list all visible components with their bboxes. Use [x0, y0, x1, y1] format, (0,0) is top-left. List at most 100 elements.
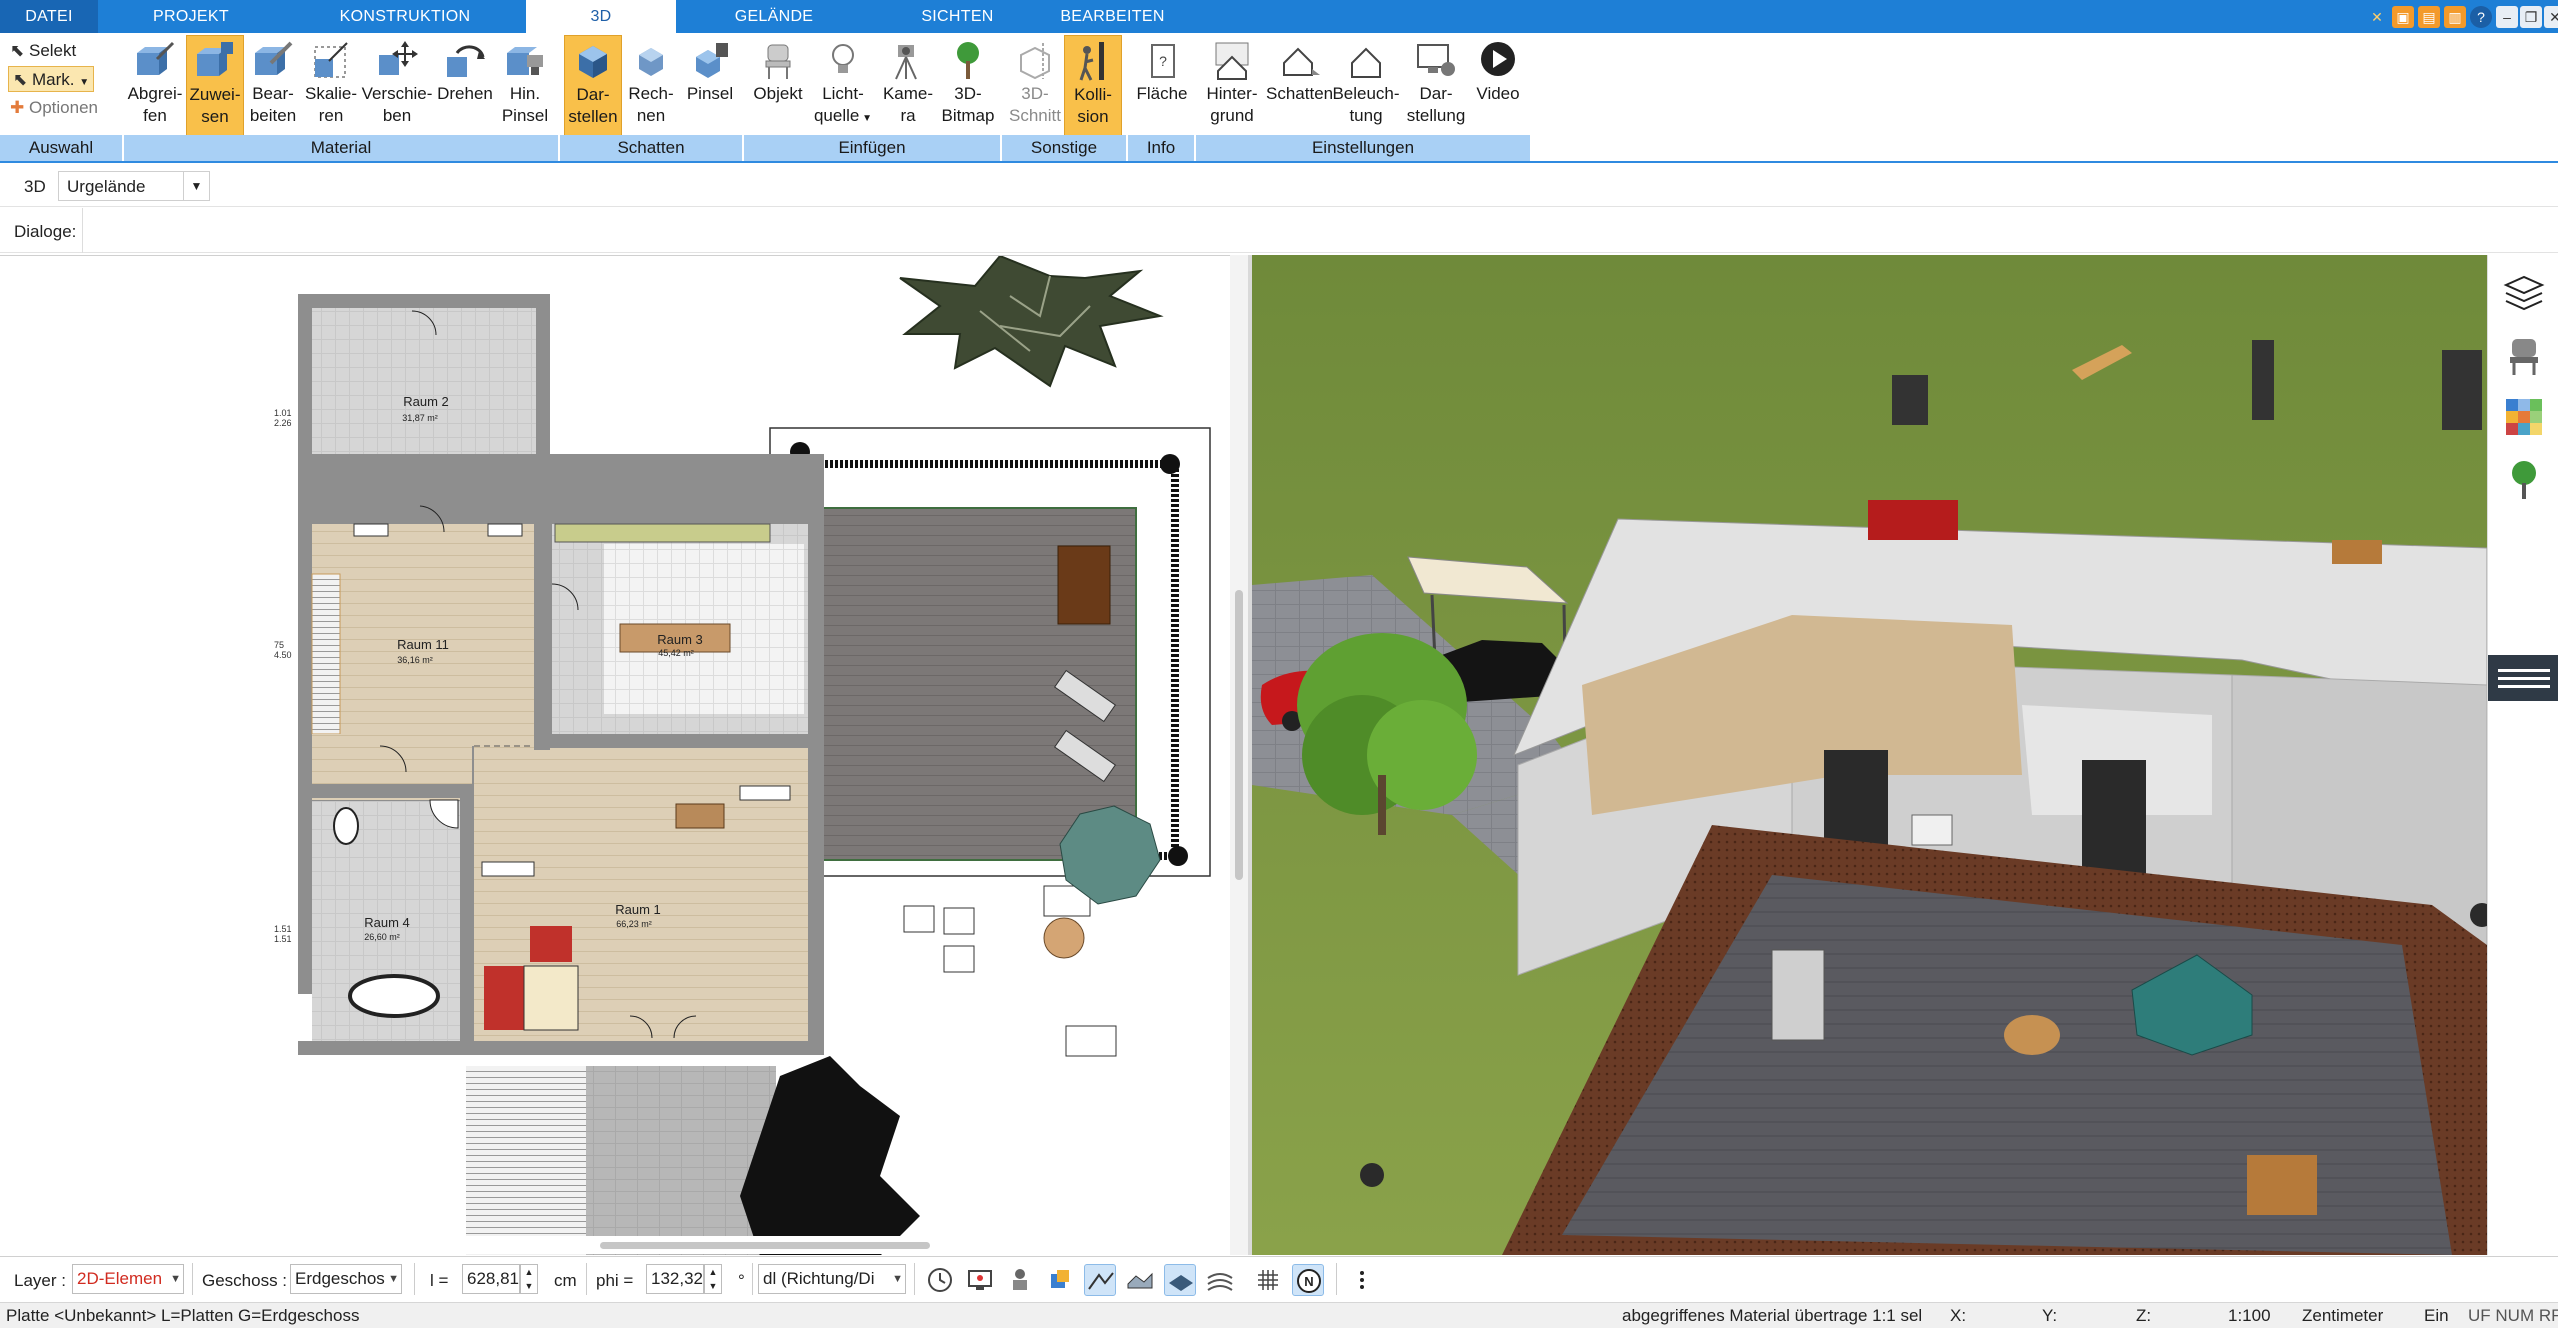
- app-window-icon[interactable]: ▣: [2392, 6, 2414, 28]
- terrain-mesh-icon[interactable]: [1124, 1264, 1156, 1296]
- video-button[interactable]: Video: [1470, 35, 1526, 137]
- round-table: [1043, 917, 1085, 959]
- flaeche-button[interactable]: ? Fläche: [1130, 35, 1194, 137]
- lichtquelle-label-2: quelle: [813, 106, 860, 125]
- furniture-icon[interactable]: [2502, 333, 2546, 377]
- tab-konstruktion[interactable]: KONSTRUKTION: [330, 0, 480, 33]
- lounger: [1065, 1025, 1117, 1057]
- plants-icon[interactable]: [2502, 457, 2546, 501]
- phi-unit: °: [738, 1271, 745, 1290]
- floor-raum2[interactable]: [312, 308, 536, 454]
- close-icon[interactable]: ✕: [2544, 6, 2558, 28]
- verschieben-button[interactable]: Verschie- ben: [360, 35, 434, 137]
- right-side-panel: [2487, 255, 2558, 1255]
- length-spinner[interactable]: ▲ ▼: [520, 1264, 538, 1294]
- tab-projekt[interactable]: PROJEKT: [145, 0, 237, 33]
- layout-icon[interactable]: ▤: [2418, 6, 2440, 28]
- bathtub: [348, 974, 440, 1018]
- kamera-button[interactable]: Kame- ra: [878, 35, 938, 137]
- tools-icon[interactable]: ✕: [2366, 6, 2388, 28]
- einst-schatten-button[interactable]: Schatten: [1266, 35, 1333, 137]
- clock-icon[interactable]: [924, 1264, 956, 1296]
- hin-pinsel-button[interactable]: Hin. Pinsel: [496, 35, 554, 137]
- terrain-select[interactable]: Urgelände ▼: [58, 171, 210, 201]
- grid-icon[interactable]: [1252, 1264, 1284, 1296]
- panels-icon[interactable]: ▥: [2444, 6, 2466, 28]
- tab-datei[interactable]: DATEI: [0, 0, 98, 33]
- minimize-icon[interactable]: –: [2496, 6, 2518, 28]
- schatten-rechnen-button[interactable]: Rech- nen: [622, 35, 680, 137]
- drehen-button[interactable]: Drehen: [434, 35, 496, 137]
- scrollbar-thumb[interactable]: [600, 1242, 930, 1249]
- kollision-label-2: sion: [1077, 107, 1109, 126]
- bearbeiten-button[interactable]: Bear- beiten: [244, 35, 302, 137]
- tab-3d[interactable]: 3D: [526, 0, 676, 34]
- wall: [808, 454, 824, 1044]
- north-icon[interactable]: N: [1292, 1264, 1324, 1296]
- group-sonstige: Sonstige: [1002, 135, 1126, 161]
- status-x: X:: [1950, 1306, 1967, 1325]
- horizontal-scrollbar[interactable]: [0, 1236, 1230, 1254]
- room-label-raum11: Raum 11: [397, 637, 449, 652]
- floor-plan-drawing[interactable]: Raum 2 31,87 m² Raum 11 36,16 m² Raum 3 …: [0, 256, 1230, 1255]
- tab-sichten[interactable]: SICHTEN: [910, 0, 1005, 33]
- darstellung-button[interactable]: Dar- stellung: [1402, 35, 1470, 137]
- floor-raum11[interactable]: [312, 524, 534, 746]
- objekt-button[interactable]: Objekt: [748, 35, 808, 137]
- skalieren-button[interactable]: Skalie- ren: [302, 35, 360, 137]
- vertical-scrollbar[interactable]: [1230, 255, 1248, 1255]
- cursor-icon: ⬉: [10, 41, 25, 60]
- abgreifen-label-1: Abgrei-: [127, 84, 183, 103]
- tab-bearbeiten[interactable]: BEARBEITEN: [1055, 0, 1170, 33]
- mark-dropdown[interactable]: ⬉ Mark. ▼: [8, 66, 95, 92]
- shrub: [1160, 454, 1180, 474]
- sofa-red: [1868, 500, 1958, 540]
- floor-plan-view[interactable]: Raum 2 31,87 m² Raum 11 36,16 m² Raum 3 …: [0, 255, 1230, 1255]
- direction-select[interactable]: dl (Richtung/Di ▼: [758, 1264, 906, 1294]
- beleuchtung-button[interactable]: Beleuch- tung: [1330, 35, 1402, 137]
- phi-input[interactable]: 132,32: [646, 1264, 704, 1294]
- schatten-pinsel-button[interactable]: Pinsel: [680, 35, 740, 137]
- materials-icon[interactable]: [2502, 395, 2546, 439]
- layers-icon[interactable]: [2502, 271, 2546, 315]
- schatten-darstellen-button[interactable]: Dar- stellen: [564, 35, 622, 137]
- room-label-raum3: Raum 3: [657, 632, 703, 647]
- restore-icon[interactable]: ❐: [2520, 6, 2542, 28]
- scrollbar-thumb[interactable]: [1235, 590, 1243, 880]
- walkthrough-icon[interactable]: [1004, 1264, 1036, 1296]
- dialog-bar: Dialoge:: [0, 208, 2558, 253]
- wall: [460, 784, 474, 1044]
- dimension-label: 4.50: [274, 650, 292, 660]
- zuweisen-button[interactable]: Zuwei- sen: [186, 35, 244, 137]
- hamburger-line: [2498, 677, 2550, 680]
- hin-pinsel-label-2: Pinsel: [501, 106, 549, 125]
- 3d-view[interactable]: [1252, 255, 2487, 1255]
- garden-chair: [903, 905, 935, 933]
- zuweisen-label-1: Zuwei-: [189, 85, 241, 104]
- plane-icon[interactable]: [1164, 1264, 1196, 1296]
- terrain-line-icon[interactable]: [1084, 1264, 1116, 1296]
- selekt-button[interactable]: ⬉ Selekt: [10, 38, 76, 64]
- help-icon[interactable]: ?: [2470, 6, 2492, 28]
- 3d-scene[interactable]: [1252, 255, 2487, 1255]
- optionen-button[interactable]: ✚ Optionen: [10, 95, 98, 121]
- chevron-down-icon[interactable]: ▼: [183, 172, 209, 200]
- geschoss-select[interactable]: Erdgeschos ▼: [290, 1264, 402, 1294]
- more-options-icon[interactable]: [1346, 1264, 1378, 1296]
- kollision-button[interactable]: Kolli- sion: [1064, 35, 1122, 137]
- hatch-icon[interactable]: [1204, 1264, 1236, 1296]
- tab-gelaende[interactable]: GELÄNDE: [724, 0, 824, 33]
- length-input[interactable]: 628,81: [462, 1264, 520, 1294]
- hintergrund-button[interactable]: Hinter- grund: [1198, 35, 1266, 137]
- chevron-down-icon: ▼: [170, 1273, 181, 1285]
- abgreifen-button[interactable]: Abgrei- fen: [124, 35, 186, 137]
- menu-hamburger-icon[interactable]: [2488, 655, 2558, 701]
- objects-icon[interactable]: [1044, 1264, 1076, 1296]
- 3d-bitmap-button[interactable]: 3D- Bitmap: [938, 35, 998, 137]
- phi-spinner[interactable]: ▲ ▼: [704, 1264, 722, 1294]
- lichtquelle-button[interactable]: Licht- quelle ▼: [808, 35, 878, 137]
- monitor-icon[interactable]: [964, 1264, 996, 1296]
- 3d-schnitt-button[interactable]: 3D- Schnitt: [1006, 35, 1064, 137]
- camera-icon: [895, 45, 917, 80]
- layer-select[interactable]: 2D-Elemen ▼: [72, 1264, 184, 1294]
